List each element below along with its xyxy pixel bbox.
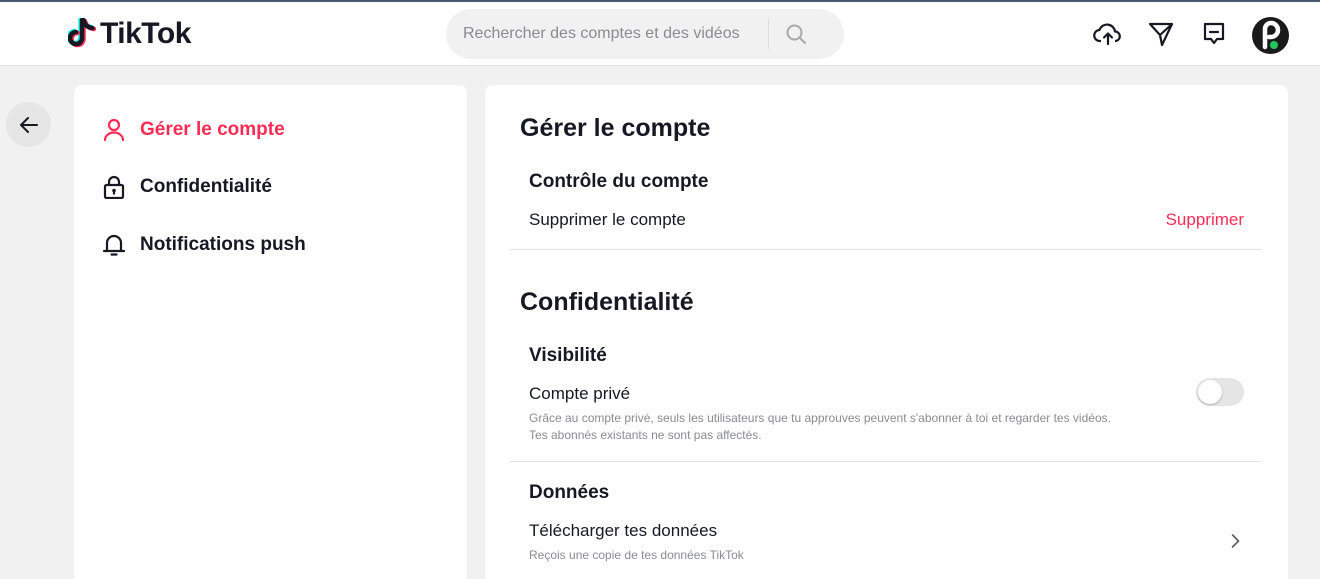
chevron-right-icon <box>1231 534 1240 548</box>
top-header: TikTok <box>0 2 1320 66</box>
delete-account-button[interactable]: Supprimer <box>1166 210 1244 230</box>
messages-button[interactable] <box>1198 18 1230 50</box>
sidebar-item-label: Confidentialité <box>140 176 272 197</box>
data-heading: Données <box>529 482 610 503</box>
user-avatar[interactable] <box>1252 17 1289 54</box>
private-account-description: Grâce au compte privé, seuls les utilisa… <box>529 411 1111 425</box>
sidebar-item-label: Gérer le compte <box>140 119 285 140</box>
private-account-label: Compte privé <box>529 384 631 403</box>
sidebar-item-manage-account[interactable]: Gérer le compte <box>102 110 285 150</box>
visibility-heading: Visibilité <box>529 345 607 366</box>
sidebar-item-privacy[interactable]: Confidentialité <box>102 167 272 207</box>
privacy-title: Confidentialité <box>520 288 694 316</box>
avatar-glyph-icon <box>1253 18 1288 53</box>
back-button[interactable] <box>6 102 51 147</box>
lock-icon <box>102 175 126 199</box>
upload-button[interactable] <box>1092 18 1124 50</box>
sidebar-item-push-notifications[interactable]: Notifications push <box>102 225 306 265</box>
settings-sidebar: Gérer le compte Confidentialité Notifica… <box>74 85 467 579</box>
download-data-label[interactable]: Télécharger tes données <box>529 521 717 541</box>
search-button[interactable] <box>769 9 823 59</box>
logo-text: TikTok <box>100 17 191 50</box>
search-bar <box>446 9 844 59</box>
inbox-send-icon <box>1148 22 1174 47</box>
delete-account-label: Supprimer le compte <box>529 210 686 229</box>
upload-cloud-icon <box>1093 23 1121 46</box>
private-account-description-note: Tes abonnés existants ne sont pas affect… <box>529 428 762 442</box>
messages-icon <box>1203 22 1225 45</box>
search-input[interactable] <box>446 9 768 59</box>
private-account-toggle[interactable] <box>1196 378 1244 406</box>
tiktok-logo[interactable]: TikTok <box>68 16 191 52</box>
toggle-knob <box>1198 380 1222 404</box>
inbox-send-button[interactable] <box>1145 18 1177 50</box>
tiktok-note-icon <box>68 18 96 48</box>
search-icon <box>786 24 806 44</box>
account-control-heading: Contrôle du compte <box>529 171 709 192</box>
download-data-chevron[interactable] <box>1225 531 1245 551</box>
arrow-left-icon <box>19 116 38 133</box>
person-icon <box>102 118 126 142</box>
bell-icon <box>102 233 126 257</box>
section-divider <box>510 461 1262 462</box>
manage-account-title: Gérer le compte <box>520 114 711 142</box>
settings-content: Gérer le compte Contrôle du compte Suppr… <box>485 85 1288 579</box>
sidebar-item-label: Notifications push <box>140 234 306 255</box>
download-data-description: Reçois une copie de tes données TikTok <box>529 548 744 562</box>
section-divider <box>510 249 1262 250</box>
